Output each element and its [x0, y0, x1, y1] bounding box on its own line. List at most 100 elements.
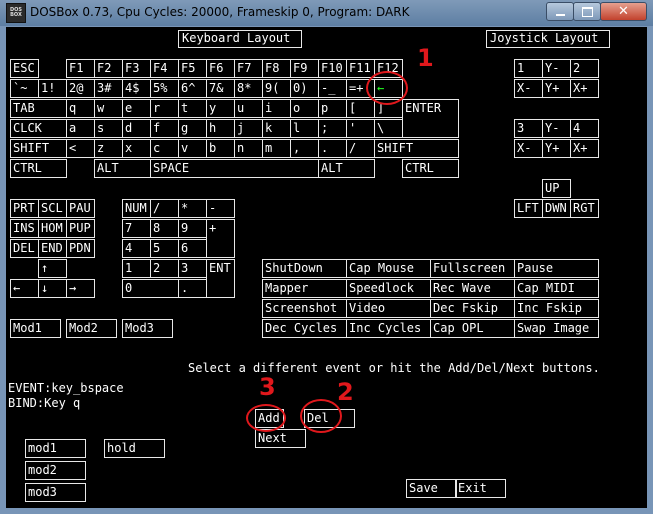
key-lessthan[interactable]: <	[66, 139, 95, 158]
hat-right[interactable]: RGT	[570, 199, 599, 218]
key-kp-1[interactable]: 1	[122, 259, 151, 278]
key-kp-0[interactable]: 0	[122, 279, 179, 298]
close-button[interactable]: ✕	[600, 2, 647, 21]
key-k[interactable]: k	[262, 119, 291, 138]
key-pageup[interactable]: PUP	[66, 219, 95, 238]
key-kp-2[interactable]: 2	[150, 259, 179, 278]
key-space[interactable]: SPACE	[150, 159, 319, 178]
key-7[interactable]: 7&	[206, 79, 235, 98]
key-0[interactable]: 0)	[290, 79, 319, 98]
mod1-option[interactable]: mod1	[25, 439, 86, 458]
event-incfskip[interactable]: Inc Fskip	[514, 299, 599, 318]
key-u[interactable]: u	[234, 99, 263, 118]
key-period[interactable]: .	[318, 139, 347, 158]
key-kp-4[interactable]: 4	[122, 239, 151, 258]
key-semicolon[interactable]: ;	[318, 119, 347, 138]
key-h[interactable]: h	[206, 119, 235, 138]
key-w[interactable]: w	[94, 99, 123, 118]
joy1-button-1[interactable]: 1	[514, 59, 543, 78]
key-insert[interactable]: INS	[10, 219, 39, 238]
key-arrow-up[interactable]: ↑	[38, 259, 67, 278]
hat-down[interactable]: DWN	[542, 199, 571, 218]
hat-left[interactable]: LFT	[514, 199, 543, 218]
key-e[interactable]: e	[122, 99, 151, 118]
joy1-x-plus[interactable]: X+	[570, 79, 599, 98]
key-scrolllock[interactable]: SCL	[38, 199, 67, 218]
key-1[interactable]: 1!	[38, 79, 67, 98]
key-pagedown[interactable]: PDN	[66, 239, 95, 258]
key-f10[interactable]: F10	[318, 59, 347, 78]
key-4[interactable]: 4$	[122, 79, 151, 98]
key-lctrl[interactable]: CTRL	[10, 159, 67, 178]
key-i[interactable]: i	[262, 99, 291, 118]
key-j[interactable]: j	[234, 119, 263, 138]
key-arrow-right[interactable]: →	[66, 279, 95, 298]
key-n[interactable]: n	[234, 139, 263, 158]
key-f[interactable]: f	[150, 119, 179, 138]
key-3[interactable]: 3#	[94, 79, 123, 98]
event-capopl[interactable]: Cap OPL	[430, 319, 515, 338]
key-rshift[interactable]: SHIFT	[374, 139, 459, 158]
hat-up[interactable]: UP	[542, 179, 571, 198]
key-kp-minus[interactable]: -	[206, 199, 235, 218]
key-q[interactable]: q	[66, 99, 95, 118]
joy1-button-2[interactable]: 2	[570, 59, 599, 78]
key-lalt[interactable]: ALT	[94, 159, 151, 178]
key-quote[interactable]: '	[346, 119, 375, 138]
event-speedlock[interactable]: Speedlock	[346, 279, 431, 298]
key-a[interactable]: a	[66, 119, 95, 138]
hold-option[interactable]: hold	[104, 439, 165, 458]
event-mapper[interactable]: Mapper	[262, 279, 347, 298]
key-kp-divide[interactable]: /	[150, 199, 179, 218]
key-f6[interactable]: F6	[206, 59, 235, 78]
exit-button[interactable]: Exit	[455, 479, 506, 498]
key-tab[interactable]: TAB	[10, 99, 67, 118]
save-button[interactable]: Save	[406, 479, 457, 498]
key-mod3[interactable]: Mod3	[122, 319, 173, 338]
joy1-y-minus[interactable]: Y-	[542, 59, 571, 78]
key-esc[interactable]: ESC	[10, 59, 39, 78]
key-arrow-down[interactable]: ↓	[38, 279, 67, 298]
key-2[interactable]: 2@	[66, 79, 95, 98]
key-kp-plus[interactable]: +	[206, 219, 235, 258]
key-kp-multiply[interactable]: *	[178, 199, 207, 218]
key-kp-8[interactable]: 8	[150, 219, 179, 238]
joy2-x-minus[interactable]: X-	[514, 139, 543, 158]
event-fullscreen[interactable]: Fullscreen	[430, 259, 515, 278]
key-8[interactable]: 8*	[234, 79, 263, 98]
key-lbracket[interactable]: [	[346, 99, 375, 118]
key-printscreen[interactable]: PRT	[10, 199, 39, 218]
key-delete[interactable]: DEL	[10, 239, 39, 258]
key-f8[interactable]: F8	[262, 59, 291, 78]
event-inccycles[interactable]: Inc Cycles	[346, 319, 431, 338]
dosbox-app-icon[interactable]: DOS BOX	[6, 3, 26, 23]
event-video[interactable]: Video	[346, 299, 431, 318]
mod2-option[interactable]: mod2	[25, 461, 86, 480]
maximize-button[interactable]	[573, 2, 601, 21]
key-kp-enter[interactable]: ENT	[206, 259, 235, 298]
key-f3[interactable]: F3	[122, 59, 151, 78]
key-backslash[interactable]: \	[374, 119, 403, 138]
key-kp-3[interactable]: 3	[178, 259, 207, 278]
event-screenshot[interactable]: Screenshot	[262, 299, 347, 318]
key-6[interactable]: 6^	[178, 79, 207, 98]
event-decfskip[interactable]: Dec Fskip	[430, 299, 515, 318]
key-f7[interactable]: F7	[234, 59, 263, 78]
joy2-y-minus[interactable]: Y-	[542, 119, 571, 138]
key-x[interactable]: x	[122, 139, 151, 158]
key-home[interactable]: HOM	[38, 219, 67, 238]
joy2-button-4[interactable]: 4	[570, 119, 599, 138]
event-capmouse[interactable]: Cap Mouse	[346, 259, 431, 278]
key-slash[interactable]: /	[346, 139, 375, 158]
key-z[interactable]: z	[94, 139, 123, 158]
key-arrow-left[interactable]: ←	[10, 279, 39, 298]
key-l[interactable]: l	[290, 119, 319, 138]
key-t[interactable]: t	[178, 99, 207, 118]
key-g[interactable]: g	[178, 119, 207, 138]
key-mod1[interactable]: Mod1	[10, 319, 61, 338]
key-kp-9[interactable]: 9	[178, 219, 207, 238]
key-mod2[interactable]: Mod2	[66, 319, 117, 338]
key-f1[interactable]: F1	[66, 59, 95, 78]
key-kp-period[interactable]: .	[178, 279, 207, 298]
title-bar[interactable]: DOS BOX DOSBox 0.73, Cpu Cycles: 20000, …	[0, 0, 653, 27]
